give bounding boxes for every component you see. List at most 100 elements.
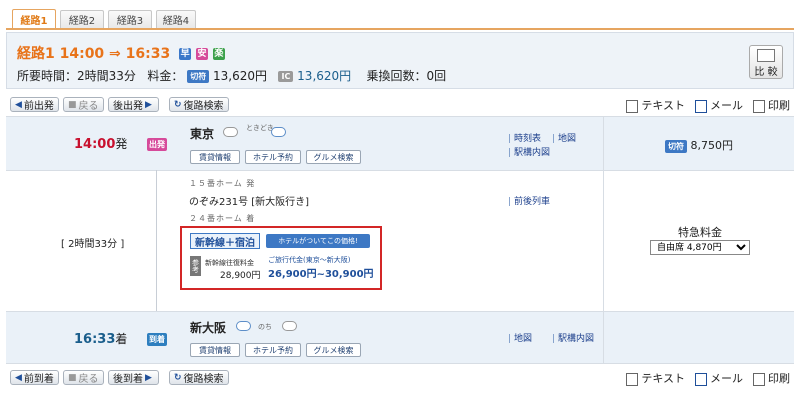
departure-station[interactable]: 東京 [190, 125, 214, 142]
right-arrow-icon: ▶ [145, 99, 152, 110]
rain-icon [236, 321, 251, 331]
arrival-station[interactable]: 新大阪 [190, 319, 226, 336]
printer-icon [753, 372, 765, 386]
stop-icon: ■ [68, 372, 77, 383]
return-search-label: 復路検索 [183, 101, 224, 112]
gourmet-search-button[interactable]: グルメ検索 [306, 150, 361, 164]
print-link[interactable]: 印刷 [753, 97, 790, 113]
divider [6, 311, 794, 312]
text-link[interactable]: テキスト [626, 97, 685, 113]
next-departure-button[interactable]: 後出発 ▶ [108, 97, 159, 112]
seat-type-select[interactable]: 自由席 4,870円 [650, 240, 750, 255]
prev-departure-label: 前出発 [23, 101, 54, 112]
segment-duration: [ 2時間33分 ] [61, 239, 125, 250]
ticket-tag: 切符 [187, 70, 210, 83]
tab-route-3[interactable]: 経路3 [108, 10, 152, 28]
mail-icon [695, 99, 707, 113]
map-link[interactable]: 地図 [508, 331, 532, 344]
ticket-price: 13,620円 [213, 69, 268, 83]
tab-route-1[interactable]: 経路1 [12, 9, 56, 29]
compare-label: 比 較 [754, 67, 778, 78]
print-label: 印刷 [768, 99, 790, 112]
next-arrival-label: 後到着 [113, 374, 143, 385]
transfers-text: 乗換回数：0回 [366, 69, 447, 83]
badge-easy: 楽 [212, 48, 225, 60]
back-button[interactable]: ■ 戻る [63, 97, 104, 112]
divider [6, 170, 794, 171]
route-title-text: 経路1 14:00 ⇒ 16:33 [17, 46, 171, 62]
stop-icon: ■ [68, 99, 77, 110]
ic-tag: IC [278, 71, 294, 82]
station-map-link[interactable]: 駅構内図 [508, 145, 550, 158]
mail-icon [695, 372, 707, 386]
weather-note: ときどき [246, 124, 274, 132]
text-link[interactable]: テキスト [626, 370, 685, 386]
adjacent-trains-link[interactable]: 前後列車 [508, 194, 550, 207]
printer-icon [753, 99, 765, 113]
arrival-time-value: 16:33 [74, 332, 116, 347]
refresh-icon: ↻ [174, 372, 182, 383]
rain-icon [271, 127, 286, 137]
compare-button[interactable]: 比 較 [749, 45, 783, 79]
tab-route-4[interactable]: 経路4 [156, 10, 196, 28]
route-title: 経路1 14:00 ⇒ 16:33 早 安 楽 [17, 43, 225, 63]
rental-info-button[interactable]: 賃貸情報 [190, 150, 240, 164]
arrival-unit: 着 [115, 332, 128, 346]
back-label: 戻る [78, 374, 99, 385]
return-search-button[interactable]: ↻ 復路検索 [169, 97, 229, 112]
train-name: のぞみ231号 [新大阪行き] [189, 197, 310, 208]
roundtrip-price: 28,900円 [220, 271, 261, 281]
roundtrip-label: 新幹線往復料金 [205, 259, 254, 267]
departure-fare-value: 8,750円 [690, 139, 734, 152]
mail-label: メール [710, 99, 743, 112]
prev-departure-button[interactable]: ◀ 前出発 [10, 97, 59, 112]
right-arrow-icon: ▶ [145, 372, 152, 383]
cloud-icon [282, 321, 297, 331]
refresh-icon: ↻ [174, 99, 182, 110]
back-button[interactable]: ■ 戻る [63, 370, 104, 385]
document-icon [626, 99, 639, 113]
text-label: テキスト [641, 372, 685, 385]
document-icon [626, 372, 639, 386]
next-departure-label: 後出発 [113, 101, 143, 112]
gourmet-search-button[interactable]: グルメ検索 [306, 343, 361, 357]
hotel-booking-button[interactable]: ホテル予約 [245, 150, 301, 164]
tab-route-2[interactable]: 経路2 [60, 10, 104, 28]
station-map-link[interactable]: 駅構内図 [552, 331, 594, 344]
arrival-weather-note: のち [258, 323, 272, 331]
summary-line: 所要時間：2時間33分 料金： 切符 13,620円 IC 13,620円 乗換… [17, 67, 446, 84]
agency-price: 26,900円~30,900円 [268, 269, 374, 280]
platform-from: １５番ホーム 発 [189, 179, 256, 188]
divider [603, 116, 604, 363]
left-arrow-icon: ◀ [15, 372, 22, 383]
platform-to: ２４番ホーム 着 [189, 214, 256, 223]
rental-info-button[interactable]: 賃貸情報 [190, 343, 240, 357]
left-arrow-icon: ◀ [15, 99, 22, 110]
fare-label: 料金： [147, 69, 184, 83]
map-link[interactable]: 地図 [552, 131, 576, 144]
timetable-link[interactable]: 時刻表 [508, 131, 541, 144]
badge-cheap: 安 [195, 48, 208, 60]
return-search-label: 復路検索 [183, 374, 224, 385]
agency-label: ご旅行代金(東京～新大阪) [268, 256, 351, 264]
mail-link[interactable]: メール [695, 370, 743, 386]
departure-time-value: 14:00 [74, 137, 116, 152]
prev-arrival-button[interactable]: ◀ 前到着 [10, 370, 59, 385]
duration-text: 所要時間：2時間33分 [17, 69, 136, 83]
return-search-button[interactable]: ↻ 復路検索 [169, 370, 229, 385]
text-label: テキスト [641, 99, 685, 112]
arrival-tag: 到着 [147, 333, 167, 346]
divider [6, 363, 794, 364]
badge-fast: 早 [179, 48, 192, 60]
print-link[interactable]: 印刷 [753, 370, 790, 386]
mail-link[interactable]: メール [695, 97, 743, 113]
tab-underline [6, 28, 794, 30]
departure-unit: 発 [115, 137, 128, 151]
fare-ticket-tag: 切符 [665, 139, 687, 153]
shinkansen-hotel-badge: 新幹線＋宿泊 [190, 233, 260, 249]
hotel-booking-button[interactable]: ホテル予約 [245, 343, 301, 357]
departure-tag: 出発 [147, 138, 167, 151]
next-arrival-button[interactable]: 後到着 ▶ [108, 370, 159, 385]
route-line [156, 170, 157, 311]
divider [6, 116, 794, 117]
